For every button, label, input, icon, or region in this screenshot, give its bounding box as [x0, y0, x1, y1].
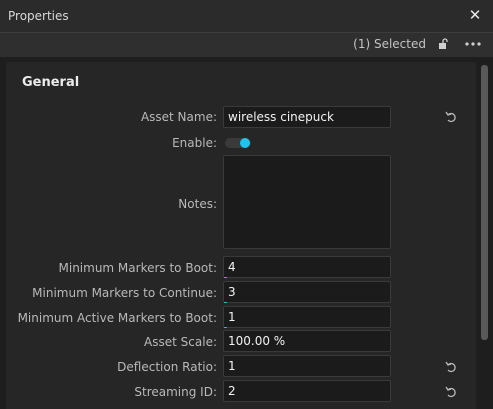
min-markers-continue-field[interactable]: 3 [223, 281, 391, 303]
deflection-ratio-field[interactable]: 1 [223, 355, 391, 377]
section-title: General [22, 75, 80, 90]
field-accent [224, 327, 227, 328]
asset-name-label: Asset Name: [140, 110, 217, 124]
reset-deflection-ratio-icon[interactable] [444, 360, 458, 374]
enable-label: Enable: [172, 136, 217, 150]
reset-streaming-id-icon[interactable] [444, 385, 458, 399]
notes-label: Notes: [178, 197, 217, 211]
close-button[interactable]: ✕ [467, 6, 483, 24]
field-accent [224, 302, 227, 303]
more-icon[interactable] [464, 38, 482, 50]
selection-count: (1) Selected [353, 37, 426, 51]
toggle-knob [240, 138, 250, 148]
toolbar: (1) Selected [0, 33, 493, 57]
asset-scale-value: 100.00 % [228, 334, 286, 348]
streaming-id-field[interactable]: 2 [223, 380, 391, 402]
asset-scale-label: Asset Scale: [144, 335, 217, 349]
min-markers-continue-label: Minimum Markers to Continue: [32, 286, 217, 300]
asset-name-value: wireless cinepuck [228, 110, 334, 124]
min-markers-boot-label: Minimum Markers to Boot: [58, 261, 218, 275]
reset-asset-name-icon[interactable] [444, 110, 458, 124]
min-markers-continue-value: 3 [228, 285, 236, 299]
asset-name-field[interactable]: wireless cinepuck [223, 106, 391, 128]
min-markers-boot-value: 4 [228, 260, 236, 274]
title-bar: Properties ✕ [0, 0, 493, 33]
lock-icon[interactable] [437, 38, 449, 50]
min-markers-boot-field[interactable]: 4 [223, 256, 391, 278]
enable-toggle[interactable] [225, 138, 251, 148]
streaming-id-value: 2 [228, 384, 236, 398]
notes-textarea[interactable] [223, 155, 391, 249]
min-active-markers-boot-label: Minimum Active Markers to Boot: [17, 311, 217, 325]
field-accent [224, 277, 227, 278]
scrollbar-thumb[interactable] [481, 65, 488, 340]
min-active-markers-boot-field[interactable]: 1 [223, 306, 391, 328]
streaming-id-label: Streaming ID: [134, 385, 217, 399]
window-title: Properties [8, 9, 69, 23]
asset-scale-field[interactable]: 100.00 % [223, 330, 391, 352]
deflection-ratio-label: Deflection Ratio: [117, 360, 217, 374]
deflection-ratio-value: 1 [228, 359, 236, 373]
min-active-markers-boot-value: 1 [228, 310, 236, 324]
